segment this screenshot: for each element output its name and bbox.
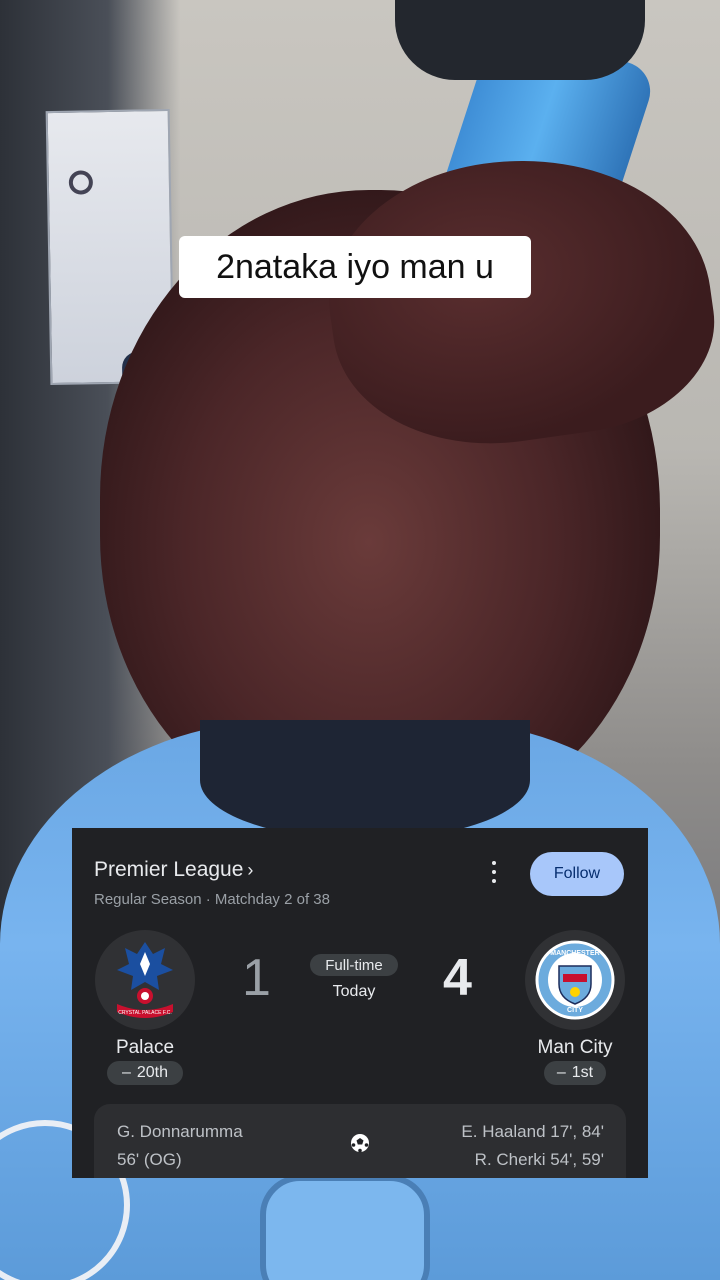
home-team-name[interactable]: Palace xyxy=(75,1037,215,1059)
home-team-rank: – 20th xyxy=(107,1061,183,1085)
match-score-card[interactable]: Premier League › Regular Season · Matchda… xyxy=(72,828,648,1178)
manchester-city-crest-icon[interactable]: MANCHESTER CITY xyxy=(525,930,625,1030)
home-rank-value: 20th xyxy=(136,1064,169,1081)
league-label: Premier League xyxy=(94,858,244,881)
match-date: Today xyxy=(332,983,376,1000)
bottle-cap xyxy=(395,0,645,80)
more-options-icon[interactable] xyxy=(486,861,502,883)
video-caption: 2nataka iyo man u xyxy=(179,236,531,298)
away-scorers: E. Haaland 17', 84' R. Cherki 54', 59' xyxy=(461,1118,604,1174)
league-link[interactable]: Premier League › xyxy=(94,858,253,882)
away-score: 4 xyxy=(443,949,472,1007)
season-info: Regular Season · Matchday 2 of 38 xyxy=(94,891,330,908)
home-score: 1 xyxy=(242,949,271,1007)
crystal-palace-crest-icon[interactable]: CRYSTAL PALACE F.C. xyxy=(95,930,195,1030)
follow-button[interactable]: Follow xyxy=(530,852,624,896)
rank-unchanged-icon: – xyxy=(556,1064,566,1081)
home-scorer-line: 56' (OG) xyxy=(117,1150,182,1169)
away-team-rank: – 1st xyxy=(544,1061,606,1085)
away-scorer-line: R. Cherki 54', 59' xyxy=(474,1150,604,1169)
chevron-right-icon: › xyxy=(247,860,254,880)
home-scorer-line: G. Donnarumma xyxy=(117,1122,243,1141)
goal-scorers-panel[interactable]: G. Donnarumma 56' (OG) E. Haaland 17', 8… xyxy=(94,1104,626,1178)
poster-badge xyxy=(68,170,94,195)
away-rank-value: 1st xyxy=(571,1064,594,1081)
match-status-badge: Full-time xyxy=(310,954,398,976)
svg-text:CRYSTAL PALACE F.C.: CRYSTAL PALACE F.C. xyxy=(118,1010,171,1016)
jersey-collar xyxy=(200,720,530,840)
home-scorers: G. Donnarumma 56' (OG) xyxy=(117,1118,243,1174)
svg-text:CITY: CITY xyxy=(567,1007,583,1014)
soccer-ball-icon xyxy=(351,1134,369,1153)
svg-text:MANCHESTER: MANCHESTER xyxy=(550,950,599,957)
jersey-sponsor-badge xyxy=(260,1175,430,1280)
away-team-name[interactable]: Man City xyxy=(505,1037,645,1059)
away-scorer-line: E. Haaland 17', 84' xyxy=(461,1122,604,1141)
rank-unchanged-icon: – xyxy=(121,1064,131,1081)
